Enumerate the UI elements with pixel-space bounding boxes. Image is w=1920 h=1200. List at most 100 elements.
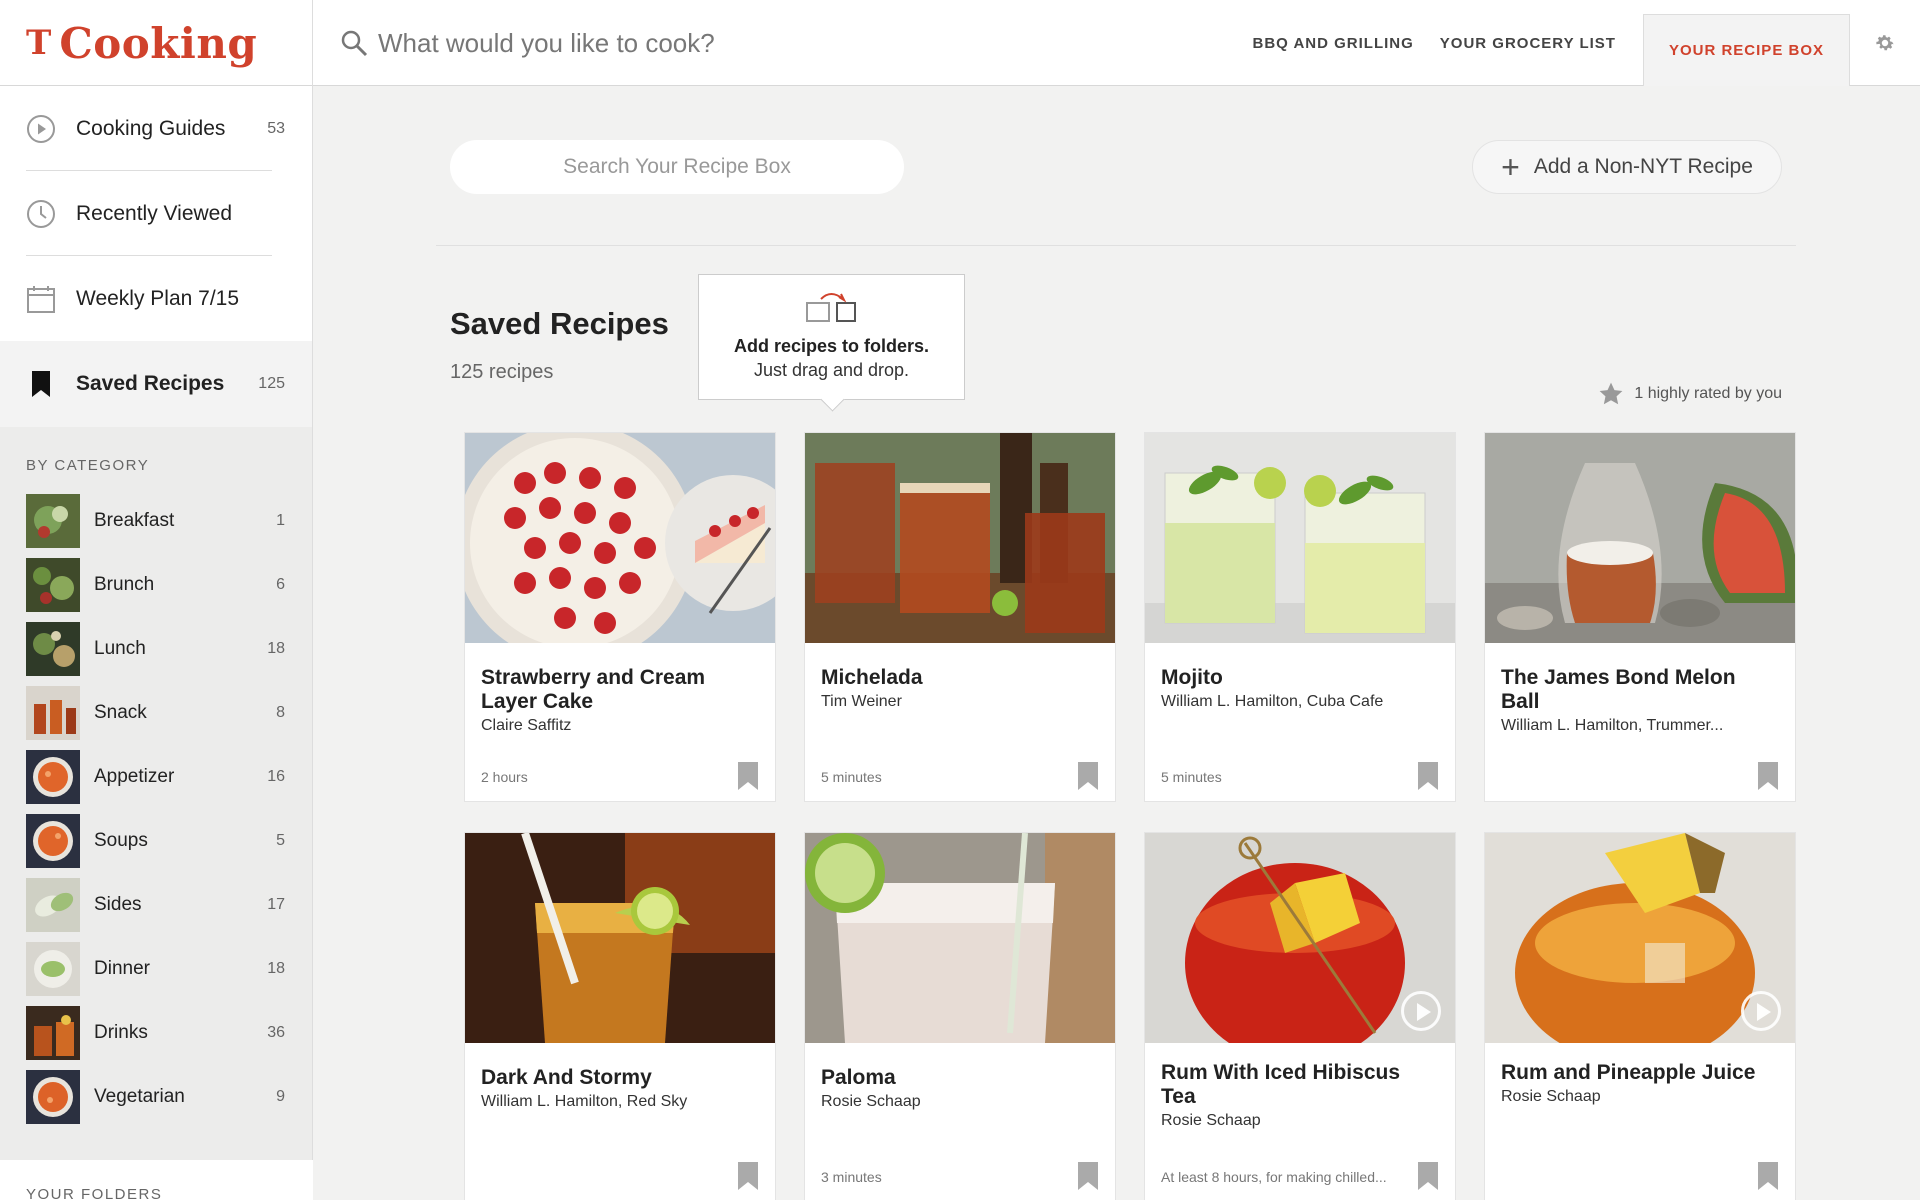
category-count: 5 (276, 832, 285, 849)
sidebar-item-count: 53 (267, 119, 285, 137)
recipe-card[interactable]: Strawberry and Cream Layer Cake Claire S… (464, 432, 776, 802)
recipe-author: Claire Saffitz (481, 717, 572, 734)
recipe-card[interactable]: Rum and Pineapple Juice Rosie Schaap (1484, 832, 1796, 1200)
sidebar-item-recently-viewed[interactable]: Recently Viewed (0, 171, 312, 256)
recipe-author: William L. Hamilton, Red Sky (481, 1093, 688, 1110)
category-label: Drinks (94, 1022, 148, 1043)
recipe-title[interactable]: Strawberry and Cream Layer Cake (481, 666, 759, 714)
recipe-card[interactable]: Paloma Rosie Schaap 3 minutes (804, 832, 1116, 1200)
recipe-box-search-input[interactable] (450, 155, 904, 179)
category-soups[interactable]: Soups 5 (0, 809, 312, 873)
category-header: BY CATEGORY (26, 457, 150, 474)
plus-icon: + (1501, 149, 1520, 185)
highly-rated-filter[interactable]: 1 highly rated by you (1598, 381, 1782, 407)
category-appetizer[interactable]: Appetizer 16 (0, 745, 312, 809)
recipe-time: 5 minutes (1161, 769, 1222, 785)
sidebar-item-label: Saved Recipes (76, 372, 225, 395)
category-sides[interactable]: Sides 17 (0, 873, 312, 937)
category-label: Lunch (94, 638, 146, 659)
recipe-title[interactable]: Mojito (1161, 666, 1439, 690)
category-label: Appetizer (94, 766, 175, 787)
category-label: Soups (94, 830, 148, 851)
recipe-title[interactable]: Rum and Pineapple Juice (1501, 1061, 1779, 1085)
category-thumbnail (26, 878, 80, 932)
nav-bbq-grilling[interactable]: BBQ AND GRILLING (1240, 35, 1427, 52)
category-thumbnail (26, 686, 80, 740)
video-play-icon[interactable] (1741, 991, 1781, 1031)
save-bookmark-icon[interactable] (1077, 761, 1099, 791)
recipe-title[interactable]: The James Bond Melon Ball (1501, 666, 1779, 714)
global-search-input[interactable] (378, 27, 978, 59)
save-bookmark-icon[interactable] (737, 761, 759, 791)
clock-icon (26, 199, 56, 229)
category-count: 6 (276, 576, 285, 593)
recipe-author: William L. Hamilton, Trummer... (1501, 717, 1724, 734)
category-label: Brunch (94, 574, 155, 595)
category-drinks[interactable]: Drinks 36 (0, 1001, 312, 1065)
save-bookmark-icon[interactable] (737, 1161, 759, 1191)
category-count: 16 (267, 768, 285, 785)
tooltip-line-2: Just drag and drop. (753, 360, 910, 380)
top-nav: BBQ AND GRILLING YOUR GROCERY LIST YOUR … (1240, 0, 1920, 86)
recipe-time: 2 hours (481, 769, 528, 785)
category-vegetarian[interactable]: Vegetarian 9 (0, 1065, 312, 1129)
top-bar: T Cooking BBQ AND GRILLING YOUR GROCERY … (0, 0, 1920, 86)
search-icon (341, 30, 368, 57)
recipe-title[interactable]: Dark And Stormy (481, 1066, 759, 1090)
recipe-image (1485, 833, 1795, 1043)
bookmark-icon (26, 369, 56, 399)
recipe-author: Rosie Schaap (1161, 1112, 1261, 1129)
sidebar-item-weekly-plan[interactable]: Weekly Plan 7/15 (0, 256, 312, 341)
recipe-title[interactable]: Rum With Iced Hibiscus Tea (1161, 1061, 1439, 1109)
add-non-nyt-recipe-button[interactable]: + Add a Non-NYT Recipe (1472, 140, 1782, 194)
category-breakfast[interactable]: Breakfast 1 (0, 489, 312, 553)
recipe-image (465, 433, 775, 663)
nyt-logo-mark: T (26, 23, 52, 63)
recipe-image (1145, 433, 1455, 643)
category-thumbnail (26, 750, 80, 804)
category-count: 36 (267, 1024, 285, 1041)
calendar-icon (26, 284, 56, 314)
video-play-icon[interactable] (1401, 991, 1441, 1031)
recipe-card[interactable]: Mojito William L. Hamilton, Cuba Cafe 5 … (1144, 432, 1456, 802)
category-thumbnail (26, 942, 80, 996)
recipe-card[interactable]: The James Bond Melon Ball William L. Ham… (1484, 432, 1796, 802)
your-folders-header: YOUR FOLDERS (0, 1160, 313, 1200)
sidebar-item-label: Cooking Guides (76, 116, 226, 140)
recipe-image (465, 833, 775, 1043)
save-bookmark-icon[interactable] (1757, 761, 1779, 791)
sidebar-main-nav: Cooking Guides 53 Recently Viewed Weekly… (0, 86, 312, 341)
category-thumbnail (26, 558, 80, 612)
category-brunch[interactable]: Brunch 6 (0, 553, 312, 617)
recipe-card[interactable]: Michelada Tim Weiner 5 minutes (804, 432, 1116, 802)
recipe-title[interactable]: Michelada (821, 666, 1099, 690)
settings-button[interactable] (1850, 0, 1920, 86)
save-bookmark-icon[interactable] (1077, 1161, 1099, 1191)
save-bookmark-icon[interactable] (1417, 761, 1439, 791)
nyt-cooking-logo[interactable]: T Cooking (0, 0, 313, 86)
nav-recipe-box[interactable]: YOUR RECIPE BOX (1642, 14, 1850, 86)
recipe-author: Tim Weiner (821, 693, 902, 710)
sidebar: Cooking Guides 53 Recently Viewed Weekly… (0, 86, 313, 1200)
sidebar-item-saved-recipes[interactable]: Saved Recipes 125 (0, 341, 312, 427)
recipe-title[interactable]: Paloma (821, 1066, 1099, 1090)
recipe-card[interactable]: Dark And Stormy William L. Hamilton, Red… (464, 832, 776, 1200)
save-bookmark-icon[interactable] (1757, 1161, 1779, 1191)
play-circle-icon (26, 114, 56, 144)
brand-name: Cooking (59, 18, 258, 68)
recipe-box-search (450, 140, 904, 194)
recipe-time: At least 8 hours, for making chilled... (1161, 1169, 1387, 1185)
sidebar-item-cooking-guides[interactable]: Cooking Guides 53 (0, 86, 312, 171)
category-snack[interactable]: Snack 8 (0, 681, 312, 745)
category-count: 17 (267, 896, 285, 913)
category-dinner[interactable]: Dinner 18 (0, 937, 312, 1001)
folders-tooltip: Add recipes to folders. Just drag and dr… (698, 274, 965, 400)
category-lunch[interactable]: Lunch 18 (0, 617, 312, 681)
recipe-image (805, 433, 1115, 643)
save-bookmark-icon[interactable] (1417, 1161, 1439, 1191)
nav-grocery-list[interactable]: YOUR GROCERY LIST (1427, 35, 1629, 52)
category-count: 9 (276, 1088, 285, 1105)
category-label: Vegetarian (94, 1086, 185, 1107)
recipe-card[interactable]: Rum With Iced Hibiscus Tea Rosie Schaap … (1144, 832, 1456, 1200)
category-label: Breakfast (94, 510, 175, 531)
